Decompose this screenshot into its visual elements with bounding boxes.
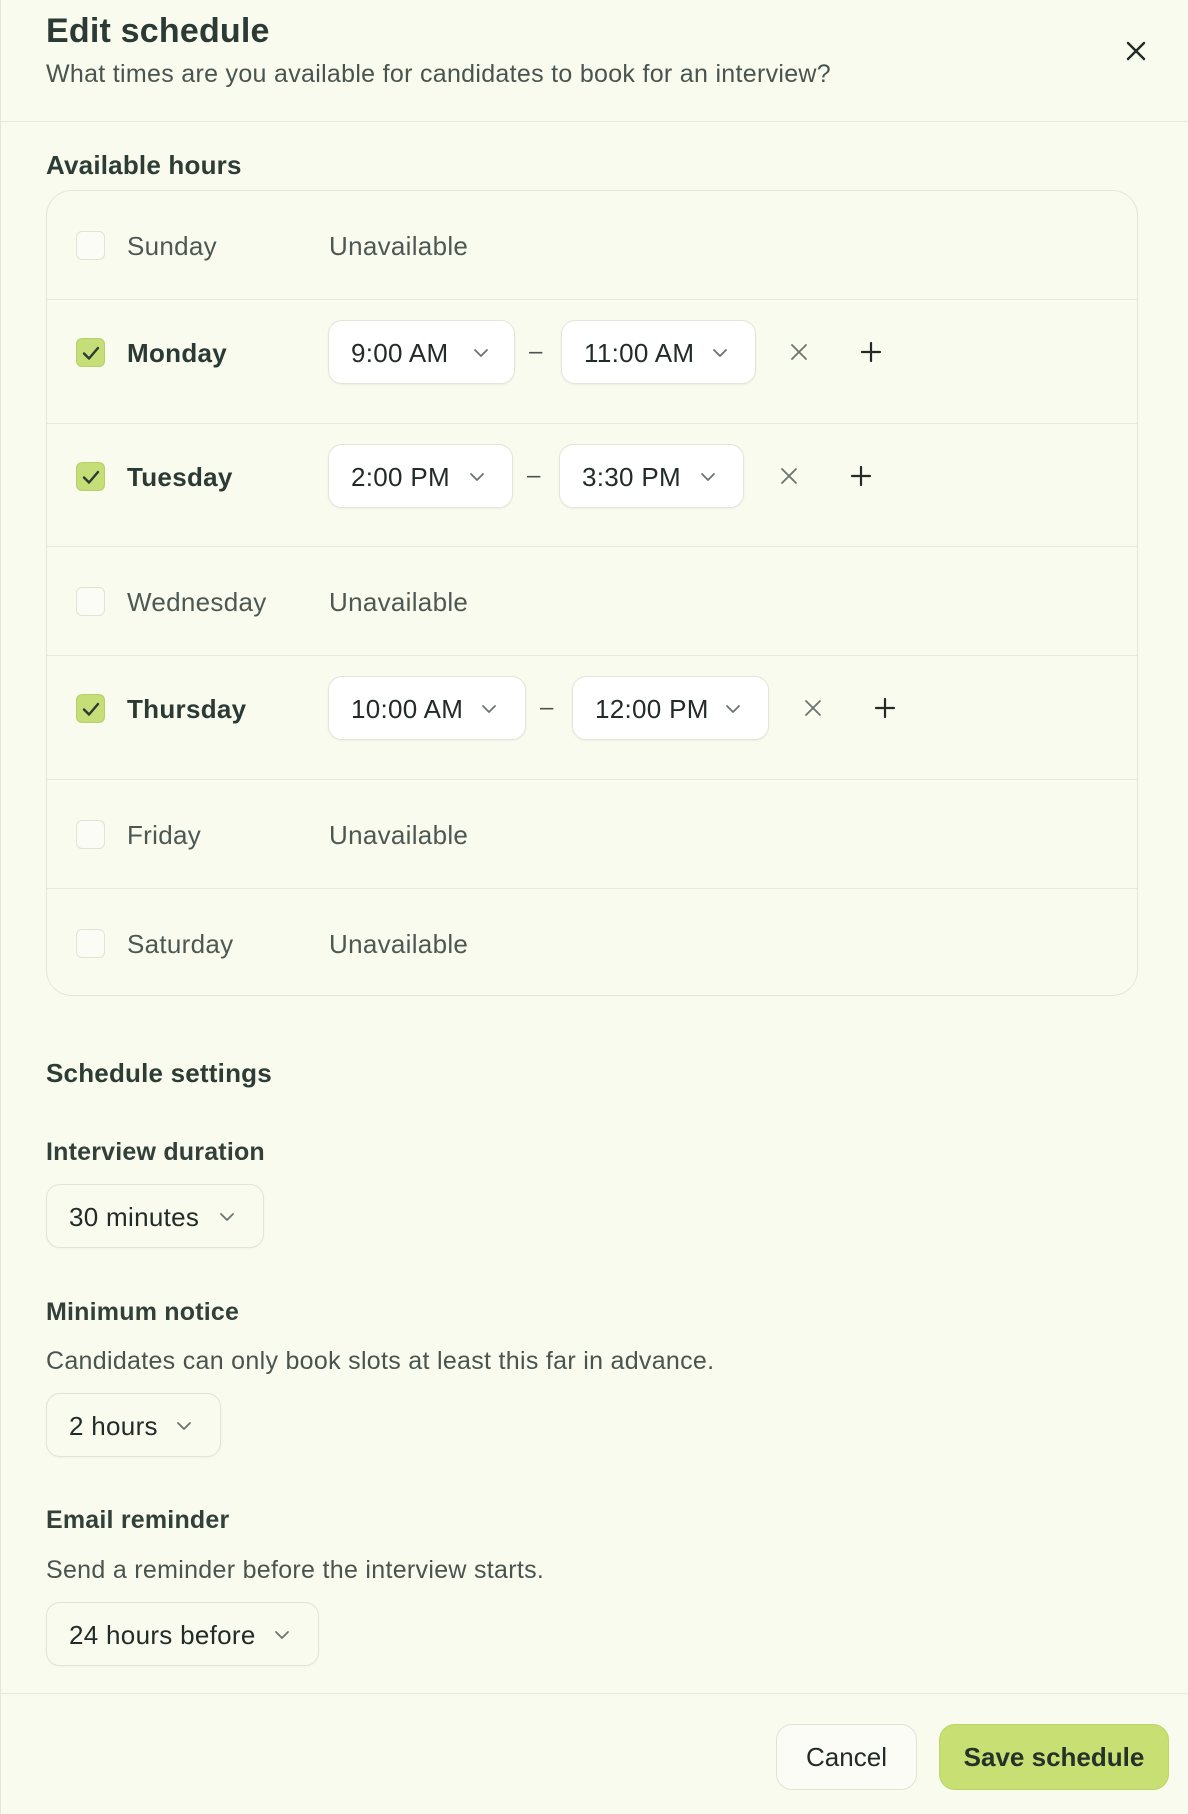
chevron-down-icon [701, 473, 715, 481]
minimum-notice-select[interactable]: 2 hours [46, 1393, 221, 1457]
checkbox-saturday[interactable] [76, 929, 105, 958]
page-subtitle: What times are you available for candida… [46, 60, 831, 88]
interview-duration-select[interactable]: 30 minutes [46, 1184, 264, 1248]
chevron-down-icon [713, 349, 727, 357]
save-schedule-button[interactable]: Save schedule [939, 1724, 1169, 1790]
status-saturday: Unavailable [329, 929, 469, 959]
add-slot-icon [850, 465, 872, 487]
available-hours-card: Sunday Unavailable Monday 9:00 AM – 11:0… [46, 190, 1138, 996]
start-time-select-tuesday[interactable]: 2:00 PM [328, 444, 513, 508]
minimum-notice-value: 2 hours [69, 1411, 158, 1441]
interview-duration-value: 30 minutes [69, 1202, 200, 1232]
checkbox-monday[interactable] [76, 338, 105, 367]
chevron-down-icon [275, 1631, 289, 1639]
add-slot-button-monday[interactable] [855, 336, 887, 368]
remove-slot-button-thursday[interactable] [797, 692, 829, 724]
email-reminder-help: Send a reminder before the interview sta… [46, 1556, 545, 1584]
add-slot-icon [874, 697, 896, 719]
chevron-down-icon [474, 349, 488, 357]
start-time-select-thursday[interactable]: 10:00 AM [328, 676, 526, 740]
day-label-tuesday: Tuesday [127, 462, 233, 492]
minimum-notice-label: Minimum notice [46, 1298, 240, 1326]
remove-slot-icon [781, 468, 797, 484]
panel-header: Edit schedule What times are you availab… [1, 0, 1188, 122]
checkbox-sunday[interactable] [76, 231, 105, 260]
start-time-value: 2:00 PM [351, 462, 450, 492]
end-time-value: 12:00 PM [595, 694, 709, 724]
email-reminder-label: Email reminder [46, 1506, 230, 1534]
chevron-down-icon [470, 473, 484, 481]
close-button[interactable] [1119, 34, 1153, 68]
time-separator: – [540, 694, 554, 721]
end-time-value: 11:00 AM [584, 338, 695, 368]
day-row-thursday: Thursday 10:00 AM – 12:00 PM [47, 656, 1137, 780]
day-label-sunday: Sunday [127, 231, 217, 261]
email-reminder-value: 24 hours before [69, 1620, 256, 1650]
checkbox-tuesday[interactable] [76, 462, 105, 491]
chevron-down-icon [220, 1213, 234, 1221]
day-label-saturday: Saturday [127, 929, 234, 959]
day-row-tuesday: Tuesday 2:00 PM – 3:30 PM [47, 424, 1137, 547]
panel-footer: Cancel Save schedule [1, 1693, 1188, 1814]
day-label-thursday: Thursday [127, 694, 247, 724]
check-icon [82, 470, 99, 484]
page-title: Edit schedule [46, 12, 270, 50]
day-row-saturday: Saturday Unavailable [47, 889, 1137, 995]
email-reminder-select[interactable]: 24 hours before [46, 1602, 319, 1666]
close-icon [1126, 41, 1146, 61]
check-icon [82, 346, 99, 360]
chevron-down-icon [177, 1422, 191, 1430]
end-time-select-tuesday[interactable]: 3:30 PM [559, 444, 744, 508]
remove-slot-button-monday[interactable] [783, 336, 815, 368]
day-label-wednesday: Wednesday [127, 587, 267, 617]
add-slot-button-thursday[interactable] [869, 692, 901, 724]
day-row-monday: Monday 9:00 AM – 11:00 AM [47, 300, 1137, 424]
chevron-down-icon [482, 705, 496, 713]
checkbox-wednesday[interactable] [76, 587, 105, 616]
end-time-select-thursday[interactable]: 12:00 PM [572, 676, 769, 740]
schedule-settings-title: Schedule settings [46, 1058, 272, 1088]
checkbox-thursday[interactable] [76, 694, 105, 723]
add-slot-button-tuesday[interactable] [845, 460, 877, 492]
check-icon [82, 702, 99, 716]
day-row-sunday: Sunday Unavailable [47, 191, 1137, 300]
status-friday: Unavailable [329, 820, 469, 850]
day-row-wednesday: Wednesday Unavailable [47, 547, 1137, 656]
interview-duration-label: Interview duration [46, 1138, 265, 1166]
add-slot-icon [860, 341, 882, 363]
status-sunday: Unavailable [329, 231, 469, 261]
remove-slot-button-tuesday[interactable] [773, 460, 805, 492]
start-time-value: 9:00 AM [351, 338, 449, 368]
minimum-notice-help: Candidates can only book slots at least … [46, 1347, 715, 1375]
time-separator: – [529, 338, 543, 365]
day-row-friday: Friday Unavailable [47, 780, 1137, 889]
cancel-button[interactable]: Cancel [776, 1724, 917, 1790]
end-time-select-monday[interactable]: 11:00 AM [561, 320, 756, 384]
edit-schedule-panel: Edit schedule What times are you availab… [0, 0, 1188, 1814]
start-time-value: 10:00 AM [351, 694, 464, 724]
start-time-select-monday[interactable]: 9:00 AM [328, 320, 515, 384]
time-separator: – [527, 462, 541, 489]
remove-slot-icon [791, 344, 807, 360]
remove-slot-icon [805, 700, 821, 716]
available-hours-title: Available hours [46, 150, 242, 180]
day-label-monday: Monday [127, 338, 228, 368]
day-label-friday: Friday [127, 820, 202, 850]
checkbox-friday[interactable] [76, 820, 105, 849]
end-time-value: 3:30 PM [582, 462, 681, 492]
chevron-down-icon [726, 705, 740, 713]
status-wednesday: Unavailable [329, 587, 469, 617]
